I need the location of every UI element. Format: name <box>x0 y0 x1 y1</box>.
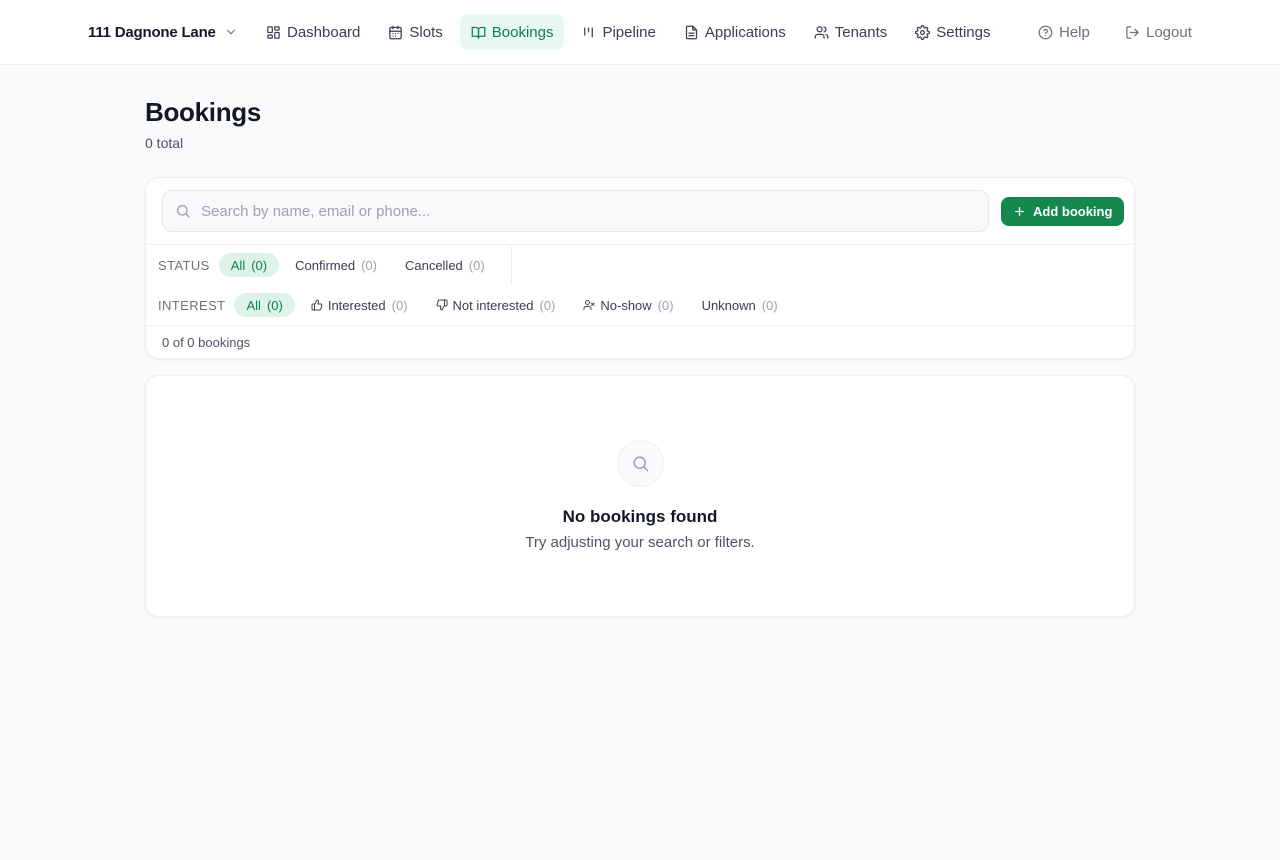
nav-item-label: Settings <box>936 23 991 41</box>
status-filter-label: STATUS <box>158 257 210 273</box>
document-icon <box>685 25 697 39</box>
results-summary: 0 of 0 bookings <box>162 335 251 350</box>
nav-item-label: Tenants <box>834 23 888 41</box>
divider <box>146 325 1134 326</box>
logout-label: Logout <box>1146 23 1192 41</box>
book-open-icon <box>471 26 486 39</box>
status-chip-confirmed[interactable]: Confirmed (0) <box>283 253 389 277</box>
nav-item-label: Dashboard <box>287 23 361 41</box>
nav-item-pipeline[interactable]: Pipeline <box>570 14 666 50</box>
chip-count: (0) <box>539 297 556 313</box>
bookings-total: 0 total <box>145 135 184 151</box>
thumbs-up-icon <box>311 299 323 311</box>
page-title: Bookings <box>145 97 262 127</box>
plus-icon <box>1015 207 1024 216</box>
main-nav: Dashboard Slots Bookings Pipeline Applic… <box>255 14 1007 50</box>
chip-count: (0) <box>657 297 674 313</box>
chip-label: Not interested <box>452 297 534 313</box>
chip-count: (0) <box>361 257 377 273</box>
chip-label: Unknown <box>701 297 756 313</box>
empty-state-icon-wrap <box>617 440 664 487</box>
nav-item-label: Bookings <box>491 23 554 41</box>
nav-item-label: Slots <box>409 23 443 41</box>
logout-link-wrap: Logout <box>1114 14 1209 50</box>
bookings-list-empty: No bookings found Try adjusting your sea… <box>145 375 1135 617</box>
nav-item-settings[interactable]: Settings <box>904 14 1001 50</box>
help-link-wrap: Help <box>1027 14 1107 50</box>
calendar-icon <box>389 25 403 39</box>
property-name: 111 Dagnone Lane <box>88 23 216 41</box>
property-switcher[interactable]: 111 Dagnone Lane <box>88 21 238 43</box>
users-icon <box>814 25 829 39</box>
top-navbar: 111 Dagnone Lane Dashboard Slots Booking… <box>0 0 1280 65</box>
chip-label: Confirmed <box>295 257 356 273</box>
logout-icon <box>1126 25 1139 39</box>
nav-item-slots[interactable]: Slots <box>377 14 453 50</box>
nav-item-label: Pipeline <box>602 23 656 41</box>
chip-count: (0) <box>391 297 408 313</box>
empty-state-title: No bookings found <box>562 507 718 526</box>
interest-chip-interested[interactable]: Interested (0) <box>299 293 420 317</box>
interest-chip-unknown[interactable]: Unknown (0) <box>690 293 790 317</box>
chip-count: (0) <box>761 297 778 313</box>
chip-count: (0) <box>251 257 268 273</box>
interest-chip-no-show[interactable]: No-show (0) <box>571 293 685 317</box>
status-chip-cancelled[interactable]: Cancelled (0) <box>393 253 497 277</box>
dashboard-icon <box>267 25 280 39</box>
add-booking-label: Add booking <box>1033 204 1113 219</box>
user-x-icon <box>583 300 595 310</box>
filter-divider <box>510 246 512 284</box>
thumbs-down-icon <box>436 299 448 311</box>
search-input[interactable] <box>201 202 988 220</box>
empty-state-text: Try adjusting your search or filters. <box>525 534 755 551</box>
status-filter: STATUS All (0) Confirmed (0) Cancelled (… <box>158 246 512 284</box>
status-chip-all[interactable]: All (0) <box>218 253 280 277</box>
divider <box>146 244 1134 245</box>
chip-label: Interested <box>327 297 386 313</box>
chip-label: Cancelled <box>404 257 463 273</box>
chip-label: No-show <box>600 297 652 313</box>
help-circle-icon <box>1038 25 1053 39</box>
chip-label: All <box>230 257 246 273</box>
nav-item-dashboard[interactable]: Dashboard <box>255 14 371 50</box>
chevron-down-icon <box>226 29 235 35</box>
nav-item-label: Applications <box>704 23 786 41</box>
nav-item-bookings[interactable]: Bookings <box>459 14 565 50</box>
help-label: Help <box>1059 23 1090 41</box>
nav-item-tenants[interactable]: Tenants <box>803 14 899 50</box>
chip-count: (0) <box>266 297 283 313</box>
search-box <box>162 190 989 232</box>
interest-filter-label: INTEREST <box>158 297 226 313</box>
interest-filter: INTEREST All (0) Interested (0) Not inte… <box>158 292 794 318</box>
filter-card: Add booking STATUS All (0) Confirmed (0)… <box>145 177 1135 359</box>
interest-chip-not-interested[interactable]: Not interested (0) <box>424 293 568 317</box>
logout-button[interactable]: Logout <box>1114 14 1203 50</box>
search-icon <box>177 205 190 218</box>
gear-icon <box>915 24 931 40</box>
interest-chip-all[interactable]: All (0) <box>234 293 295 317</box>
kanban-icon <box>584 27 594 37</box>
nav-item-applications[interactable]: Applications <box>673 14 797 50</box>
chip-label: All <box>246 297 261 313</box>
search-icon <box>633 456 649 472</box>
help-link[interactable]: Help <box>1027 14 1101 50</box>
chip-count: (0) <box>468 257 485 273</box>
add-booking-button[interactable]: Add booking <box>1001 197 1125 226</box>
